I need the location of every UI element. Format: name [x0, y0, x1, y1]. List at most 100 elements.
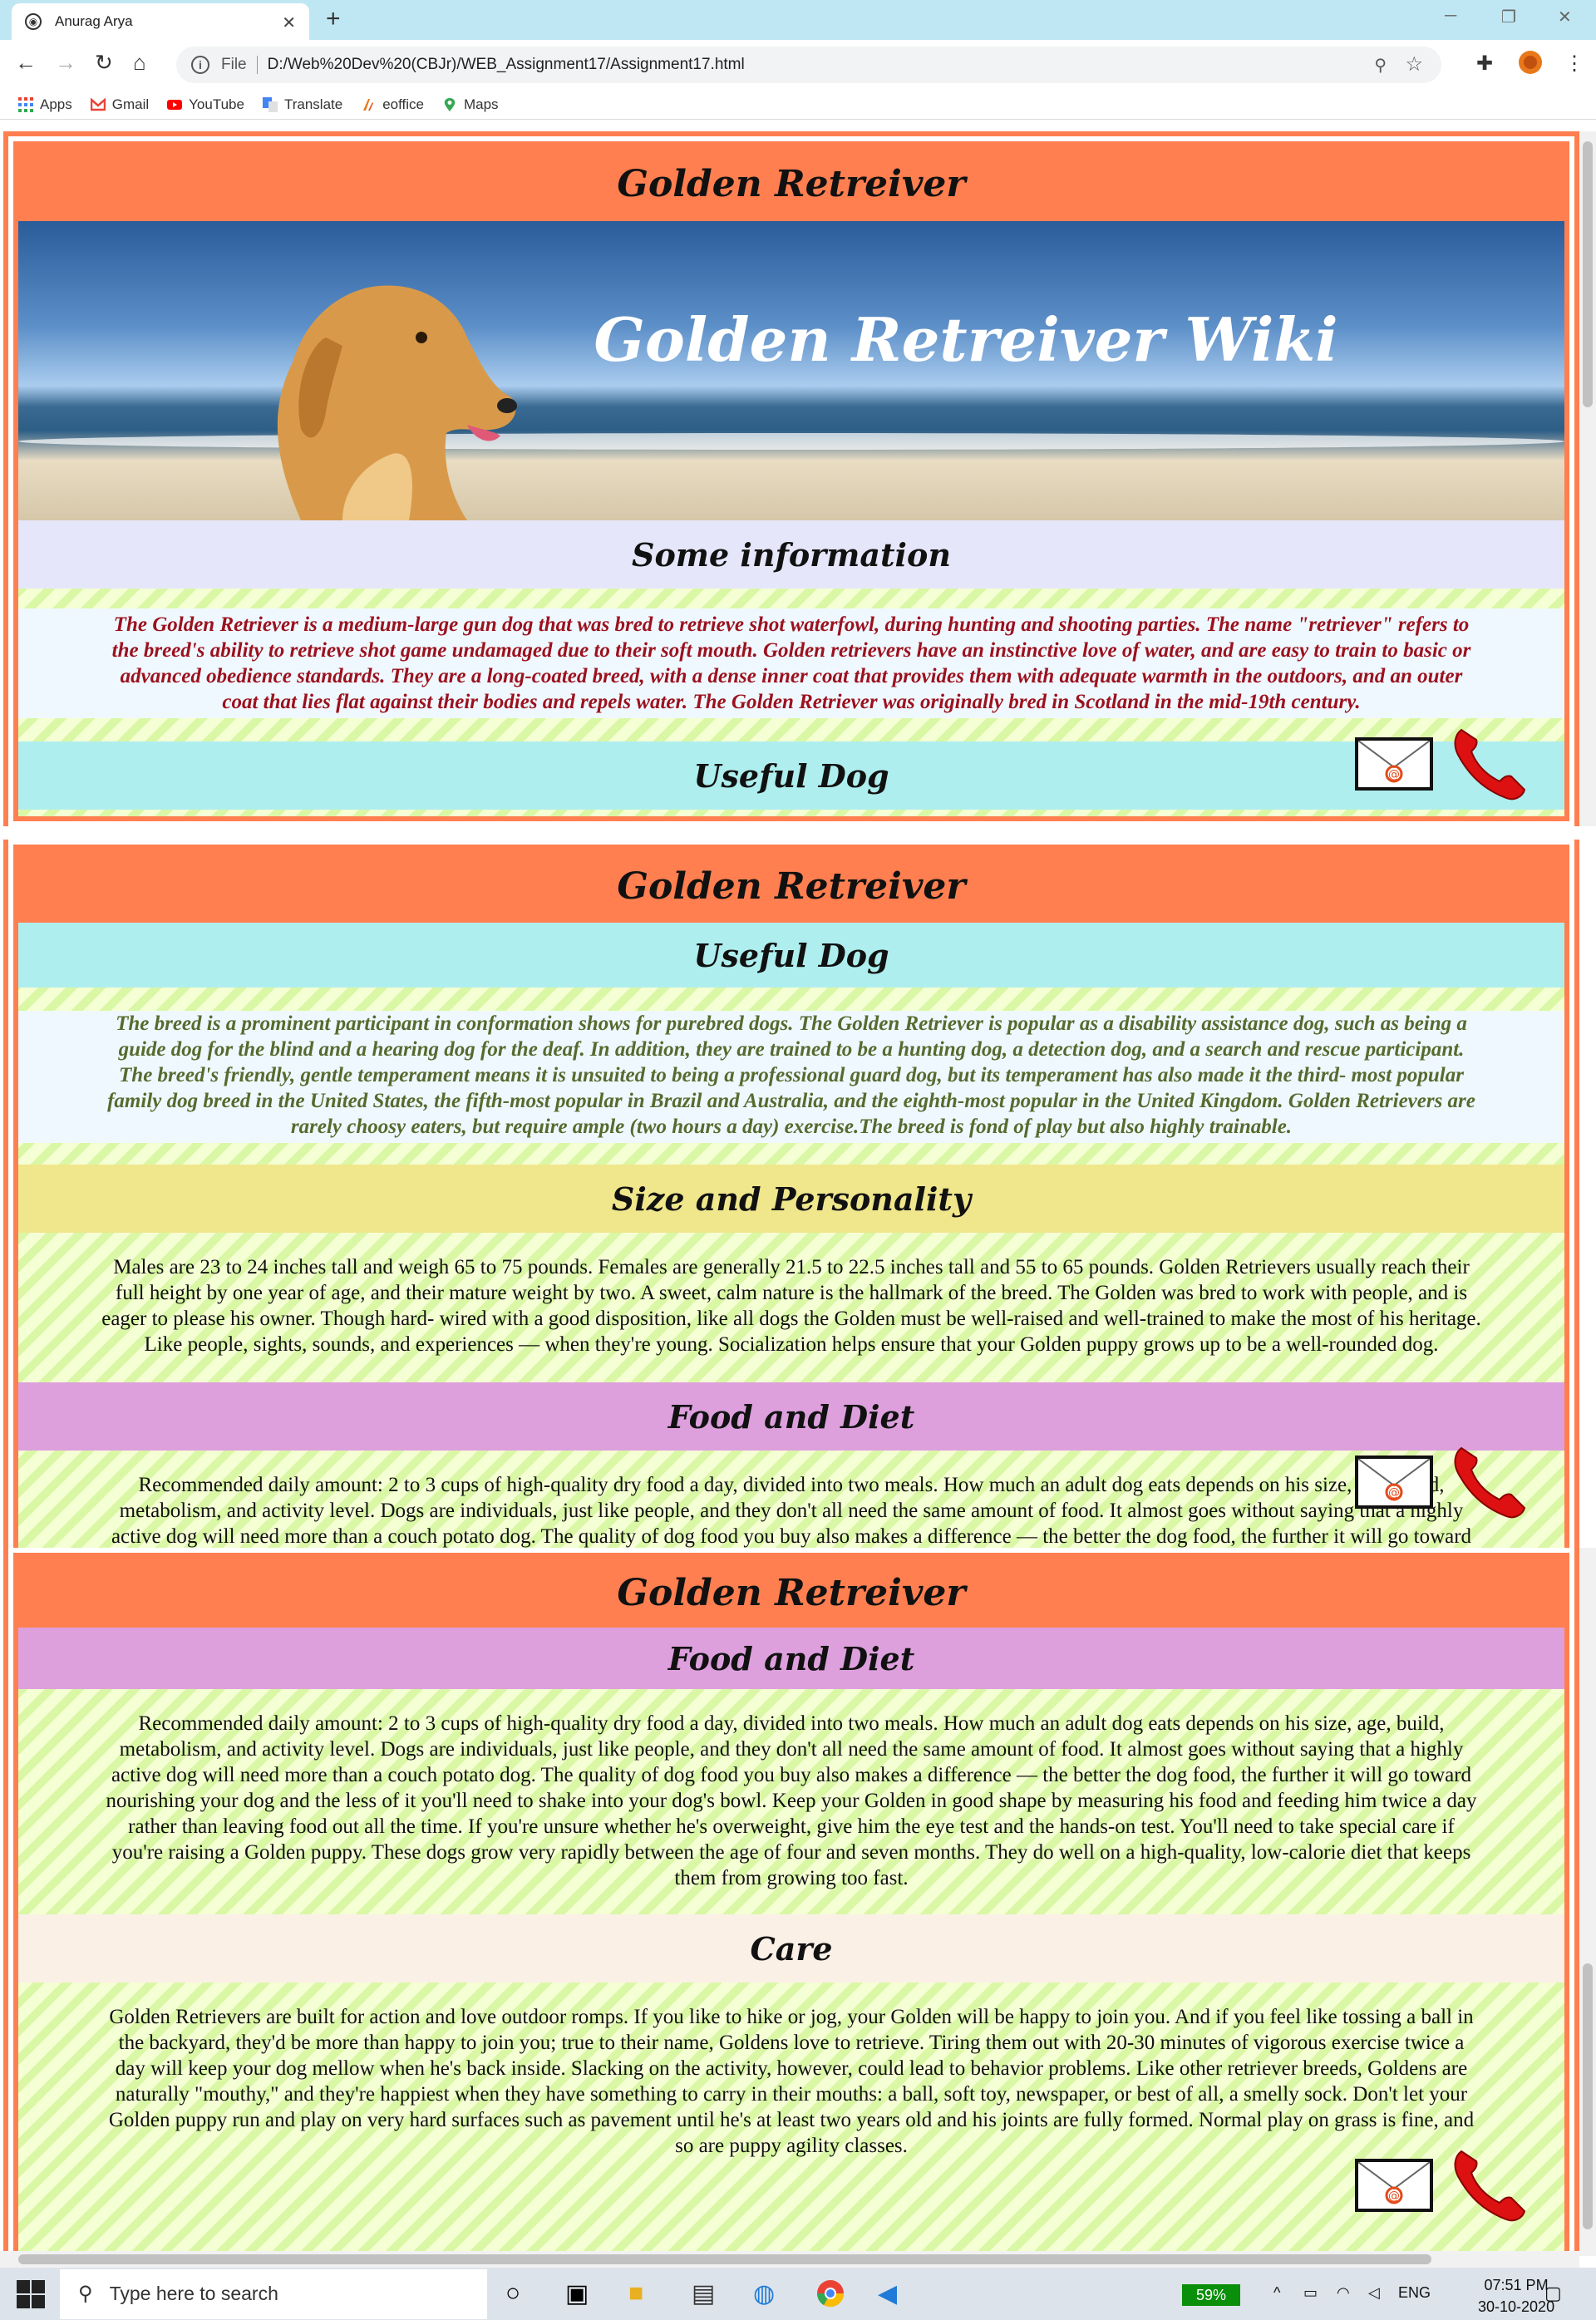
- food-paragraph: Recommended daily amount: 2 to 3 cups of…: [111, 1474, 1472, 1548]
- main-heading: Golden Retreiver: [18, 850, 1564, 923]
- vertical-scrollbar[interactable]: [1579, 131, 1596, 826]
- volume-icon[interactable]: ◁: [1368, 2284, 1380, 2302]
- windows-start-icon[interactable]: [17, 2279, 45, 2308]
- bookmark-translate[interactable]: Translate: [262, 96, 342, 113]
- tab-close-button[interactable]: ✕: [282, 12, 296, 33]
- globe-icon: ◉: [25, 13, 42, 30]
- scrollbar-thumb[interactable]: [18, 2254, 1431, 2264]
- phone-icon[interactable]: [1451, 1445, 1526, 1520]
- address-divider: [256, 56, 258, 74]
- size-paragraph: Males are 23 to 24 inches tall and weigh…: [101, 1256, 1481, 1356]
- info-heading: Some information: [18, 520, 1564, 589]
- back-arrow-icon[interactable]: ←: [15, 50, 37, 76]
- bookmark-label: eoffice: [382, 96, 424, 112]
- clock[interactable]: 07:51 PM 30-10-2020: [1478, 2274, 1554, 2318]
- vertical-scrollbar[interactable]: [1579, 1548, 1596, 2256]
- email-icon[interactable]: @: [1355, 737, 1433, 791]
- main-heading: Golden Retreiver: [18, 1558, 1564, 1628]
- address-bar[interactable]: i File D:/Web%20Dev%20(CBJr)/WEB_Assignm…: [176, 47, 1441, 83]
- minimize-icon[interactable]: ─: [1445, 7, 1456, 26]
- care-paragraph: Golden Retrievers are built for action a…: [108, 2006, 1475, 2157]
- taskbar-search-box[interactable]: ⚲ Type here to search: [60, 2268, 487, 2319]
- battery-indicator[interactable]: 59%: [1182, 2284, 1240, 2306]
- food-heading: Food and Diet: [18, 1382, 1564, 1451]
- translate-icon: [262, 96, 278, 112]
- search-placeholder: Type here to search: [109, 2283, 278, 2304]
- maps-pin-icon: [444, 97, 456, 111]
- bookmark-eoffice[interactable]: eoffice: [361, 96, 424, 113]
- file-explorer-icon[interactable]: ■: [628, 2279, 643, 2308]
- cortana-icon[interactable]: ○: [505, 2279, 520, 2308]
- info-icon[interactable]: i: [191, 56, 209, 74]
- useful-paragraph: The breed is a prominent participant in …: [18, 1011, 1564, 1143]
- page-viewport-bottom: Golden Retreiver Food and Diet Recommend…: [0, 1548, 1596, 2256]
- close-window-icon[interactable]: ✕: [1558, 7, 1572, 27]
- bookmark-maps[interactable]: Maps: [442, 96, 499, 113]
- profile-avatar[interactable]: [1518, 50, 1543, 81]
- notifications-icon[interactable]: ▢: [1544, 2283, 1562, 2304]
- youtube-icon: [167, 99, 183, 110]
- home-icon[interactable]: ⌂: [133, 50, 146, 76]
- page-viewport-top: Golden Retreiver Golden Retreiver Wiki S…: [0, 131, 1596, 826]
- menu-kebab-icon[interactable]: ⋮: [1564, 52, 1584, 76]
- bookmark-gmail[interactable]: Gmail: [90, 96, 150, 113]
- contact-icons: @: [1355, 1445, 1526, 1520]
- tab-active[interactable]: ◉ Anurag Arya ✕: [12, 3, 309, 40]
- gmail-icon: [90, 96, 106, 111]
- bookmark-apps[interactable]: Apps: [18, 96, 72, 113]
- edge-icon[interactable]: ◍: [753, 2279, 775, 2308]
- store-icon[interactable]: ▤: [692, 2279, 715, 2308]
- bookmark-label: Gmail: [111, 96, 150, 112]
- food-paragraph: Recommended daily amount: 2 to 3 cups of…: [106, 1712, 1477, 1889]
- page-content: Golden Retreiver Golden Retreiver Wiki S…: [13, 141, 1569, 821]
- extensions-puzzle-icon[interactable]: ✚: [1476, 52, 1493, 76]
- scrollbar-thumb[interactable]: [1583, 1963, 1593, 2229]
- battery-icon[interactable]: ▭: [1303, 2284, 1318, 2302]
- size-heading: Size and Personality: [18, 1165, 1564, 1233]
- info-paragraph: The Golden Retriever is a medium-large g…: [18, 608, 1564, 718]
- reload-icon[interactable]: ↻: [95, 50, 113, 76]
- email-icon[interactable]: @: [1355, 2159, 1433, 2212]
- language-indicator[interactable]: ENG: [1398, 2284, 1431, 2302]
- tray-chevron-icon[interactable]: ^: [1273, 2284, 1280, 2302]
- useful-heading: Useful Dog: [18, 923, 1564, 988]
- vscode-icon[interactable]: ◀: [878, 2279, 897, 2308]
- bookmark-label: Apps: [40, 96, 72, 112]
- wifi-icon[interactable]: ◠: [1337, 2284, 1350, 2302]
- golden-retriever-image: [277, 285, 517, 520]
- new-tab-button[interactable]: +: [326, 5, 341, 33]
- bookmark-youtube[interactable]: YouTube: [167, 96, 244, 113]
- bookmark-label: Maps: [463, 96, 499, 112]
- task-view-icon[interactable]: ▣: [565, 2279, 589, 2308]
- bookmark-label: YouTube: [189, 96, 244, 112]
- chrome-icon[interactable]: [816, 2279, 845, 2314]
- forward-arrow-icon[interactable]: →: [55, 50, 76, 76]
- care-heading: Care: [18, 1914, 1564, 1983]
- bookmark-star-icon[interactable]: ☆: [1405, 52, 1423, 76]
- address-prefix: File: [221, 56, 247, 73]
- clock-time: 07:51 PM: [1484, 2277, 1549, 2293]
- contact-icons: @: [1355, 2148, 1526, 2223]
- restore-icon[interactable]: ❐: [1501, 7, 1516, 27]
- page-content: Golden Retreiver Food and Diet Recommend…: [13, 1553, 1569, 2256]
- url-text[interactable]: D:/Web%20Dev%20(CBJr)/WEB_Assignment17/A…: [268, 56, 745, 74]
- horizontal-scrollbar-bottom[interactable]: [0, 2251, 1579, 2268]
- svg-text:@: @: [1388, 1486, 1400, 1500]
- zoom-icon[interactable]: ⚲: [1374, 55, 1387, 76]
- email-icon[interactable]: @: [1355, 1456, 1433, 1509]
- useful-heading: Useful Dog: [18, 741, 1564, 810]
- contact-icons: @: [1355, 727, 1526, 801]
- tab-title: Anurag Arya: [55, 13, 133, 29]
- scrollbar-thumb[interactable]: [1583, 141, 1593, 407]
- bookmarks-bar: Apps Gmail YouTube Translate eoffice Map…: [0, 90, 1596, 120]
- main-heading: Golden Retreiver: [18, 146, 1564, 221]
- windows-taskbar: ⚲ Type here to search ○ ▣ ■ ▤ ◍ ◀: [0, 2268, 1596, 2320]
- search-icon: ⚲: [78, 2283, 93, 2305]
- phone-icon[interactable]: [1451, 2148, 1526, 2223]
- phone-icon[interactable]: [1451, 727, 1526, 801]
